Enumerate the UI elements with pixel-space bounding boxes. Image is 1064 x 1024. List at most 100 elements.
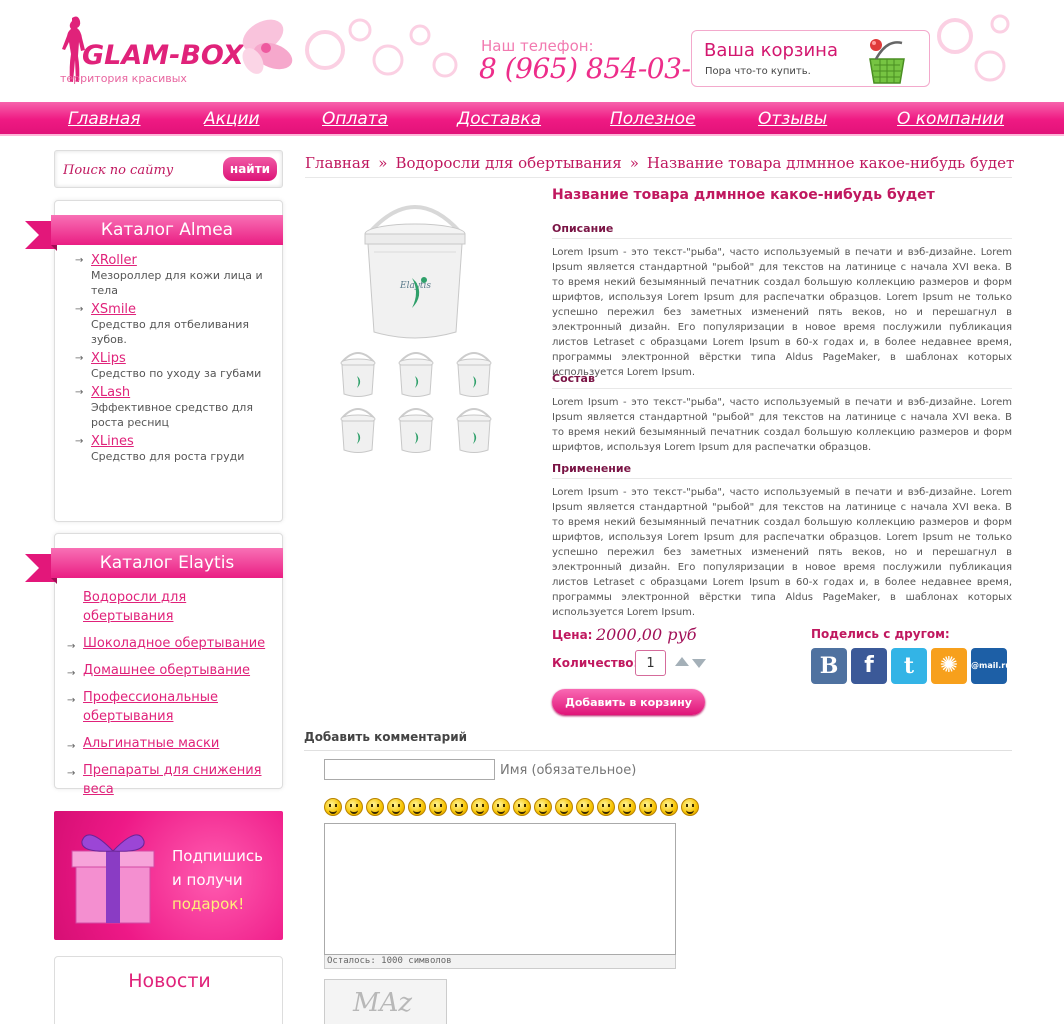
promo-line-3: подарок! <box>172 895 245 913</box>
product-main-image[interactable]: Elaytis <box>360 192 470 344</box>
cart-title: Ваша корзина <box>704 40 838 61</box>
name-input[interactable] <box>324 759 495 780</box>
product-thumbnail[interactable] <box>448 404 500 458</box>
catalog-link-xroller[interactable]: XRoller <box>91 253 271 268</box>
arrow-icon: → <box>67 641 76 652</box>
comment-textarea[interactable] <box>324 823 676 955</box>
product-thumbnail[interactable] <box>332 404 384 458</box>
smiley-icon[interactable] <box>492 798 510 816</box>
mailru-icon[interactable]: @mail.ru <box>971 648 1011 684</box>
decorative-bubbles-right <box>937 14 1010 82</box>
smiley-icon[interactable] <box>555 798 573 816</box>
search-button[interactable]: найти <box>223 157 277 181</box>
product-thumbnail[interactable] <box>448 348 500 402</box>
quantity-down-icon[interactable] <box>692 659 706 668</box>
add-to-cart-button[interactable]: Добавить в корзину <box>552 689 705 715</box>
nav-item-payment[interactable]: Оплата <box>322 109 388 129</box>
breadcrumb-home[interactable]: Главная <box>305 154 370 172</box>
item-description: Средство по уходу за губами <box>91 367 262 380</box>
search-input[interactable] <box>63 159 213 181</box>
promo-text: Подпишись и получи подарок! <box>172 844 263 916</box>
smiley-icon[interactable] <box>513 798 531 816</box>
name-label: Имя (обязательное) <box>500 763 637 778</box>
catalog-link-xlips[interactable]: XLips <box>91 351 271 366</box>
catalog-link-seaweed[interactable]: Водоросли для обертывания <box>83 590 186 624</box>
twitter-icon[interactable]: t <box>891 648 927 684</box>
list-item: → XLines Средство для роста груди <box>71 434 271 464</box>
smiley-icon[interactable] <box>345 798 363 816</box>
list-item: → XLash Эффективное средство для роста р… <box>71 385 271 430</box>
smiley-icon[interactable] <box>597 798 615 816</box>
char-counter: Осталось: 1000 символов <box>324 955 676 969</box>
nav-item-promotions[interactable]: Акции <box>204 109 260 129</box>
breadcrumb-separator: » <box>378 154 388 172</box>
smiley-icon[interactable] <box>618 798 636 816</box>
phone-number: 8 (965) 854-03-00 <box>479 52 726 85</box>
catalog-link-alginate[interactable]: Альгинатные маски <box>83 736 219 751</box>
breadcrumb-category[interactable]: Водоросли для обертывания <box>395 154 621 172</box>
catalog-elaytis-header: Каталог Elaytis <box>25 548 283 584</box>
smiley-icon[interactable] <box>471 798 489 816</box>
logo[interactable]: GLAM-BOX территория красивых <box>58 14 293 94</box>
gift-box-icon <box>71 834 155 924</box>
odnoklassniki-icon[interactable]: ✺ <box>931 648 967 684</box>
list-item: → Шоколадное обертывание <box>67 634 277 653</box>
arrow-icon: → <box>67 668 76 679</box>
composition-text: Lorem Ipsum - это текст-"рыба", часто ис… <box>552 397 1012 453</box>
facebook-icon[interactable]: f <box>851 648 887 684</box>
product-thumbnail[interactable] <box>332 348 384 402</box>
flower-icon <box>242 19 293 74</box>
list-item: → Профессиональные обертывания <box>67 688 277 726</box>
item-description: Средство для отбеливания зубов. <box>91 318 250 346</box>
list-item: → XSmile Средство для отбеливания зубов. <box>71 302 271 347</box>
nav-item-home[interactable]: Главная <box>68 109 141 129</box>
catalog-almea-title: Каталог Almea <box>100 220 234 240</box>
list-item: Водоросли для обертывания <box>67 588 277 626</box>
share-label: Поделись с другом: <box>811 627 950 641</box>
catalog-link-chocolate[interactable]: Шоколадное обертывание <box>83 636 265 651</box>
smiley-icon[interactable] <box>387 798 405 816</box>
nav-item-useful[interactable]: Полезное <box>610 109 696 129</box>
catalog-link-xsmile[interactable]: XSmile <box>91 302 271 317</box>
quantity-up-icon[interactable] <box>675 657 689 666</box>
catalog-link-professional[interactable]: Профессиональные обертывания <box>83 690 218 724</box>
arrow-icon: → <box>75 304 84 315</box>
catalog-link-weight-loss[interactable]: Препараты для снижения веса <box>83 763 262 797</box>
description-text: Lorem Ipsum - это текст-"рыба", часто ис… <box>552 247 1012 378</box>
product-thumbnail[interactable] <box>390 348 442 402</box>
smiley-icon[interactable] <box>429 798 447 816</box>
smiley-icon[interactable] <box>408 798 426 816</box>
smiley-icon[interactable] <box>324 798 342 816</box>
smiley-icon[interactable] <box>660 798 678 816</box>
price-label: Цена: <box>552 628 593 642</box>
quantity-label: Количество: <box>552 656 639 670</box>
vk-icon[interactable]: B <box>811 648 847 684</box>
cart-widget[interactable]: Ваша корзина Пора что-то купить. <box>691 30 930 87</box>
composition-heading: Состав <box>552 372 1012 389</box>
nav-item-about[interactable]: О компании <box>897 109 1004 129</box>
subscribe-promo-banner[interactable]: Подпишись и получи подарок! <box>54 811 283 940</box>
price-value: 2000,00 руб <box>596 625 697 644</box>
catalog-link-home-wrap[interactable]: Домашнее обертывание <box>83 663 250 678</box>
promo-line-2: и получи <box>172 871 243 889</box>
product-title: Название товара длмнное какое-нибудь буд… <box>552 187 935 203</box>
shopping-basket-icon <box>869 39 905 84</box>
smiley-icon[interactable] <box>681 798 699 816</box>
smiley-icon[interactable] <box>576 798 594 816</box>
catalog-link-xlines[interactable]: XLines <box>91 434 271 449</box>
cart-subtitle: Пора что-то купить. <box>705 66 811 77</box>
arrow-icon: → <box>75 255 84 266</box>
item-description: Средство для роста груди <box>91 450 245 463</box>
smiley-icon[interactable] <box>534 798 552 816</box>
smiley-icon[interactable] <box>366 798 384 816</box>
logo-subtitle: территория красивых <box>60 72 187 85</box>
nav-item-delivery[interactable]: Доставка <box>457 109 541 129</box>
arrow-icon: → <box>75 387 84 398</box>
main-nav: Главная Акции Оплата Доставка Полезное О… <box>0 102 1064 136</box>
nav-item-reviews[interactable]: Отзывы <box>758 109 827 129</box>
product-thumbnail[interactable] <box>390 404 442 458</box>
smiley-icon[interactable] <box>639 798 657 816</box>
quantity-input[interactable] <box>635 650 666 676</box>
catalog-link-xlash[interactable]: XLash <box>91 385 271 400</box>
smiley-icon[interactable] <box>450 798 468 816</box>
